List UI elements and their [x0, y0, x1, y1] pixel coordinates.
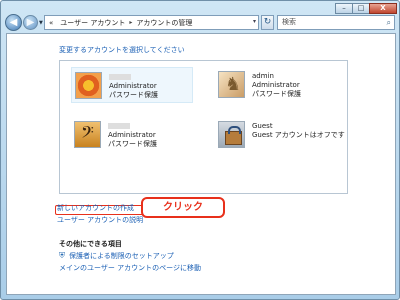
refresh-button[interactable]: ↻	[261, 15, 274, 30]
account-role: Administrator	[252, 81, 300, 89]
address-overflow-icon[interactable]: «	[49, 19, 53, 27]
chess-icon	[218, 71, 245, 98]
parental-controls-link[interactable]: 保護者による制限のセットアップ	[69, 251, 174, 261]
breadcrumb-manage-accounts[interactable]: アカウントの管理	[136, 18, 192, 28]
breadcrumb-separator-icon[interactable]: ▸	[129, 19, 132, 26]
account-tile-user2[interactable]: Administrator パスワード保護	[74, 117, 196, 153]
account-tile-admin[interactable]: admin Administrator パスワード保護	[218, 67, 343, 103]
account-name: admin	[252, 72, 274, 80]
account-status: パスワード保護	[109, 91, 158, 99]
shield-icon: ⛨	[59, 251, 65, 260]
account-role: Administrator	[109, 82, 157, 90]
other-tasks-heading: その他にできる項目	[59, 240, 122, 248]
account-name-redacted	[109, 74, 131, 80]
page-title: 変更するアカウントを選択してください	[59, 46, 185, 54]
search-icon[interactable]: ⌕	[387, 16, 391, 29]
guitar-icon	[74, 121, 101, 148]
create-account-link[interactable]: 新しいアカウントの作成	[57, 203, 134, 213]
account-role: Administrator	[108, 131, 156, 139]
click-callout: クリック	[141, 197, 225, 218]
guest-briefcase-icon	[218, 121, 245, 148]
close-button[interactable]: X	[369, 3, 397, 14]
main-content: 変更するアカウントを選択してください Administrator パスワード保護…	[6, 33, 396, 295]
about-accounts-link[interactable]: ユーザー アカウントの説明	[57, 215, 143, 225]
account-list: Administrator パスワード保護 admin Administrato…	[59, 60, 348, 194]
maximize-button[interactable]: □	[352, 3, 370, 14]
account-role: Guest アカウントはオフです	[252, 131, 345, 139]
address-dropdown-icon[interactable]: ▾	[253, 18, 256, 25]
title-bar: – □ X ◀ ▶ ▼ « ユーザー アカウント ▸ アカウントの管理 ▾ ↻ …	[1, 1, 400, 33]
account-tile-guest[interactable]: Guest Guest アカウントはオフです	[218, 117, 346, 153]
account-name: Guest	[252, 122, 273, 130]
account-status: パスワード保護	[252, 90, 301, 98]
main-accounts-page-link[interactable]: メインのユーザー アカウントのページに移動	[59, 263, 201, 273]
app-window: – □ X ◀ ▶ ▼ « ユーザー アカウント ▸ アカウントの管理 ▾ ↻ …	[0, 0, 400, 300]
forward-button[interactable]: ▶	[23, 15, 38, 30]
flower-icon	[75, 72, 102, 99]
back-button[interactable]: ◀	[5, 14, 22, 31]
search-input[interactable]: 検索 ⌕	[277, 15, 395, 30]
recent-pages-dropdown-icon[interactable]: ▼	[39, 20, 43, 26]
account-tile-user1[interactable]: Administrator パスワード保護	[71, 67, 193, 103]
breadcrumb-user-accounts[interactable]: ユーザー アカウント	[60, 18, 125, 28]
account-status: パスワード保護	[108, 140, 157, 148]
account-name-redacted	[108, 123, 130, 129]
window-controls: – □ X	[335, 3, 397, 14]
search-placeholder: 検索	[282, 18, 296, 26]
address-bar[interactable]: « ユーザー アカウント ▸ アカウントの管理 ▾	[44, 15, 259, 30]
minimize-button[interactable]: –	[335, 3, 353, 14]
